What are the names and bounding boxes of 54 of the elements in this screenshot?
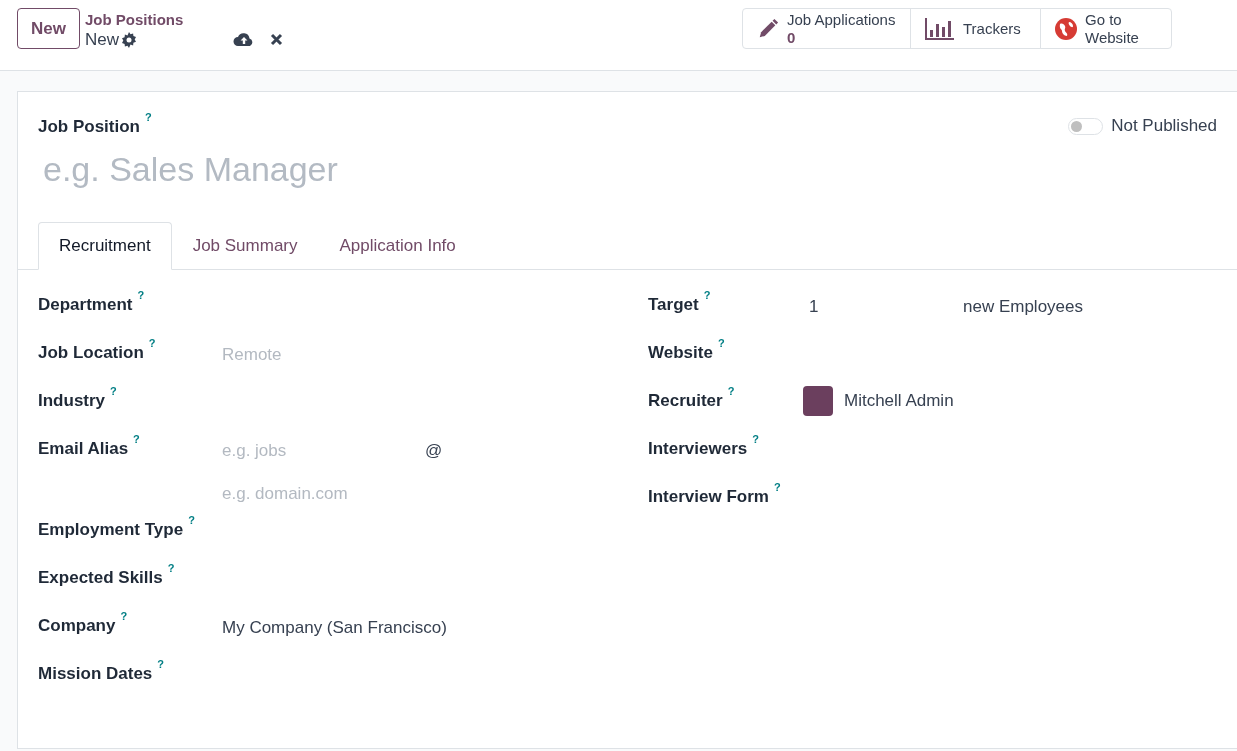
input-field[interactable]: e.g. jobs xyxy=(222,437,422,463)
field-label: Interview Form xyxy=(648,485,769,508)
help-tooltip[interactable]: ? xyxy=(773,480,781,493)
input-field[interactable]: e.g. domain.com xyxy=(222,481,422,507)
help-tooltip[interactable]: ? xyxy=(717,336,725,349)
field-label: Target xyxy=(648,293,699,316)
field-label: Employment Type xyxy=(38,518,184,541)
field-label: Job Location xyxy=(38,341,144,364)
smart-button[interactable]: Job Applications 0 xyxy=(742,8,911,49)
field-label: Industry xyxy=(38,389,106,412)
toggle-switch[interactable] xyxy=(1068,117,1104,135)
field-label: Mission Dates xyxy=(38,662,153,685)
field-label: Recruiter xyxy=(648,389,723,412)
help-tooltip[interactable]: ? xyxy=(188,513,195,526)
breadcrumb-link[interactable]: Job Positions xyxy=(84,10,184,29)
input-field[interactable]: Remote xyxy=(222,341,412,367)
help-tooltip[interactable]: ? xyxy=(110,384,117,397)
close-icon[interactable] xyxy=(270,33,284,46)
field-label: Department xyxy=(38,293,133,316)
help-tooltip[interactable]: ? xyxy=(137,288,145,301)
help-tooltip[interactable]: ? xyxy=(133,432,140,445)
avatar xyxy=(803,385,833,416)
help-tooltip[interactable]: ? xyxy=(703,288,711,301)
new-button[interactable]: New xyxy=(17,8,80,49)
help-tooltip[interactable]: ? xyxy=(157,657,165,670)
field-value[interactable]: Mitchell Admin xyxy=(844,387,954,414)
tab[interactable]: Recruitment xyxy=(38,221,172,270)
field-label: Email Alias xyxy=(38,437,129,460)
help-tooltip[interactable]: ? xyxy=(752,432,759,445)
help-tooltip[interactable]: ? xyxy=(120,609,128,622)
globe-icon xyxy=(1055,17,1077,40)
field-label: Company xyxy=(38,614,116,637)
record-name: New xyxy=(84,29,119,51)
bar-chart-icon xyxy=(925,17,955,40)
publish-status: Not Published xyxy=(1111,115,1217,138)
help-tooltip[interactable]: ? xyxy=(145,111,152,123)
smart-button[interactable]: Go to Website xyxy=(1040,8,1172,49)
field-value[interactable]: My Company (San Francisco) xyxy=(222,614,447,640)
help-tooltip[interactable]: ? xyxy=(727,384,735,397)
pencil-icon xyxy=(757,17,779,40)
smart-button[interactable]: Trackers xyxy=(910,8,1041,49)
field-label: Interviewers xyxy=(648,437,748,460)
help-tooltip[interactable]: ? xyxy=(167,561,175,574)
gear-icon[interactable] xyxy=(121,32,137,48)
field-label: Expected Skills xyxy=(38,566,163,589)
unit-label: new Employees xyxy=(963,295,1083,318)
title-input[interactable]: e.g. Sales Manager xyxy=(38,143,538,195)
tab[interactable]: Application Info xyxy=(318,221,477,270)
field-label: Website xyxy=(648,341,713,364)
tab[interactable]: Job Summary xyxy=(171,221,319,270)
help-tooltip[interactable]: ? xyxy=(148,336,156,349)
field-label: Job Position xyxy=(38,116,140,138)
field-value[interactable]: 1 xyxy=(803,293,963,319)
at-sign: @ xyxy=(425,439,443,462)
